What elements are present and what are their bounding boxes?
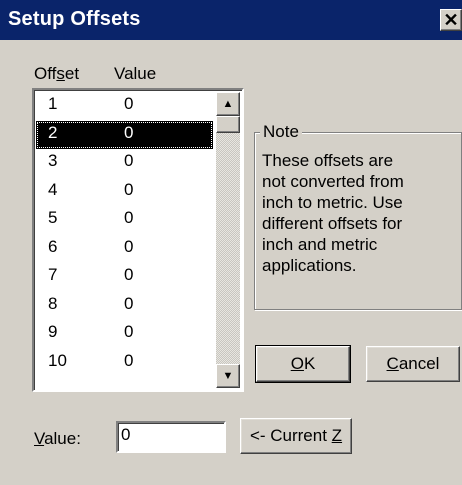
list-item[interactable]: 50 bbox=[36, 206, 213, 235]
offset-value: 0 bbox=[124, 94, 134, 113]
offset-value: 0 bbox=[124, 350, 134, 370]
scroll-down-arrow-icon: ▼ bbox=[222, 370, 234, 382]
offset-number: 8 bbox=[48, 293, 58, 313]
value-column-header: Value bbox=[114, 64, 157, 83]
ok-button[interactable]: OK bbox=[255, 345, 351, 383]
dialog-title: Setup Offsets bbox=[8, 8, 141, 30]
ok-accel: O bbox=[290, 354, 304, 373]
title-bar[interactable]: Setup Offsets ✕ bbox=[0, 0, 462, 40]
offset-column-header: Offset bbox=[34, 64, 79, 84]
current-z-label: <- Current bbox=[249, 426, 332, 445]
list-item[interactable]: 80 bbox=[36, 292, 213, 321]
offset-header-accel: s bbox=[56, 64, 65, 83]
offset-value: 0 bbox=[124, 236, 134, 256]
note-text: These offsets are not converted from inc… bbox=[262, 151, 404, 275]
offset-number: 6 bbox=[48, 236, 58, 256]
list-item[interactable]: 70 bbox=[36, 263, 213, 292]
offset-value: 0 bbox=[124, 322, 134, 341]
setup-offsets-dialog: Setup Offsets ✕ Offset Value 10203040506… bbox=[0, 0, 462, 485]
cancel-accel: C bbox=[386, 354, 399, 373]
value-label: Value: bbox=[34, 429, 81, 449]
offset-number: 1 bbox=[48, 94, 58, 113]
offset-value: 0 bbox=[124, 179, 134, 199]
offset-number: 5 bbox=[48, 208, 58, 227]
list-item[interactable]: 10 0 bbox=[36, 349, 213, 378]
offset-number: 2 bbox=[48, 122, 58, 142]
offset-value: 0 bbox=[124, 208, 134, 227]
current-z-button[interactable]: <- Current Z bbox=[240, 418, 352, 454]
list-item[interactable]: 40 bbox=[36, 178, 213, 207]
offset-number: 4 bbox=[48, 179, 58, 199]
offset-number: 7 bbox=[48, 265, 58, 284]
note-legend: Note bbox=[260, 122, 302, 142]
current-z-accel: Z bbox=[331, 426, 343, 445]
offset-header-part: Off bbox=[34, 64, 57, 83]
list-item[interactable]: 30 bbox=[36, 149, 213, 178]
offsets-list[interactable]: 1 0 2 0 3 0 4 0 5 0 6 0 7 0 8 0 9 0 10 0 bbox=[36, 92, 213, 377]
list-item[interactable]: 20 bbox=[36, 120, 213, 149]
offsets-listbox[interactable]: 1 0 2 0 3 0 4 0 5 0 6 0 7 0 8 0 9 0 10 0 ▲ ▼ bbox=[32, 88, 244, 392]
scroll-down-button[interactable]: ▼ bbox=[216, 364, 240, 388]
vertical-scrollbar[interactable]: ▲ ▼ bbox=[216, 92, 240, 388]
list-item[interactable]: 60 bbox=[36, 235, 213, 264]
close-icon: ✕ bbox=[443, 10, 459, 30]
close-button[interactable]: ✕ bbox=[440, 9, 462, 31]
offset-header-part: et bbox=[64, 64, 80, 83]
value-label-accel: V bbox=[34, 429, 45, 448]
offset-value: 0 bbox=[124, 122, 134, 142]
offset-number: 9 bbox=[48, 322, 58, 341]
scroll-up-button[interactable]: ▲ bbox=[216, 92, 240, 116]
cancel-label: ancel bbox=[398, 354, 440, 373]
list-item[interactable]: 90 bbox=[36, 320, 213, 349]
offset-value: 0 bbox=[124, 293, 134, 313]
scroll-thumb[interactable] bbox=[216, 116, 240, 133]
offset-value: 0 bbox=[124, 265, 134, 284]
value-input[interactable]: 0 bbox=[116, 421, 226, 453]
cancel-button[interactable]: Cancel bbox=[366, 346, 460, 382]
value-label-text: alue: bbox=[44, 429, 81, 448]
ok-label: K bbox=[303, 354, 316, 373]
offset-number: 10 bbox=[48, 350, 67, 370]
scroll-up-arrow-icon: ▲ bbox=[222, 98, 234, 110]
list-item[interactable]: 10 bbox=[36, 92, 213, 121]
offset-number: 3 bbox=[48, 151, 58, 170]
offset-value: 0 bbox=[124, 151, 134, 170]
